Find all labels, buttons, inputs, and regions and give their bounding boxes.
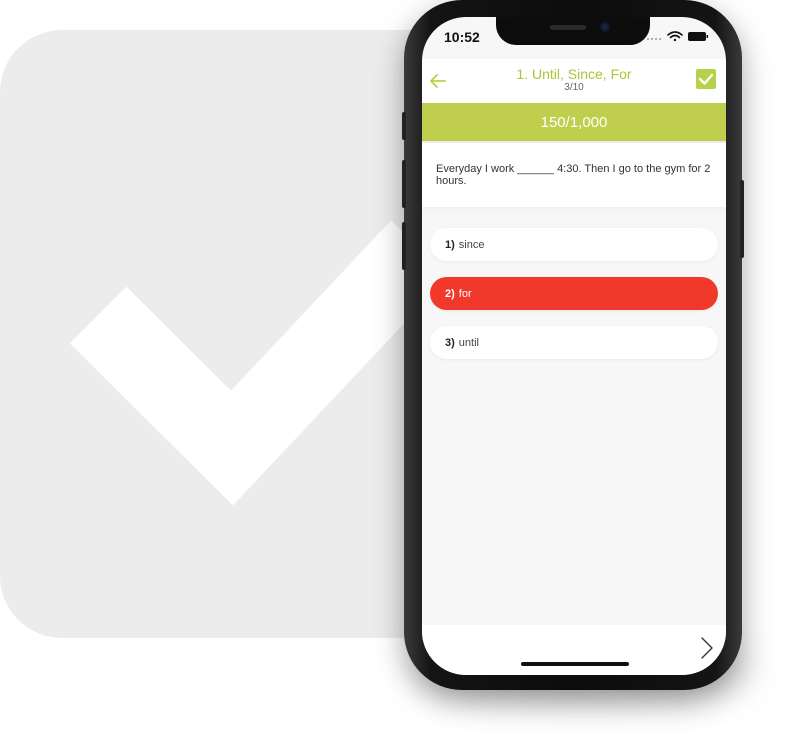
option-label: since bbox=[458, 238, 485, 251]
option-number: 1) bbox=[445, 238, 455, 251]
status-time: 10:52 bbox=[444, 29, 480, 45]
battery-icon bbox=[688, 32, 709, 41]
phone-side-button bbox=[402, 112, 406, 140]
question-text: Everyday I work ______ 4:30. Then I go t… bbox=[436, 163, 711, 187]
lesson-progress: 3/10 bbox=[564, 82, 584, 93]
question-card: Everyday I work ______ 4:30. Then I go t… bbox=[422, 143, 726, 207]
answer-option-until[interactable]: 3) until bbox=[430, 326, 718, 359]
phone-side-button bbox=[740, 180, 744, 258]
score-bar: 150/1,000 bbox=[422, 103, 726, 141]
phone-side-button bbox=[402, 160, 406, 208]
option-label: for bbox=[458, 287, 472, 300]
answer-option-for[interactable]: 2) for bbox=[430, 277, 718, 310]
chevron-right-icon[interactable] bbox=[700, 637, 714, 659]
score-text: 150/1,000 bbox=[540, 113, 608, 131]
signal-dots-icon bbox=[647, 38, 661, 40]
wifi-icon bbox=[667, 31, 683, 42]
home-indicator bbox=[521, 662, 629, 666]
option-label: until bbox=[458, 336, 479, 349]
speaker-grille bbox=[550, 25, 586, 30]
lesson-title: 1. Until, Since, For bbox=[516, 66, 632, 82]
status-icons bbox=[647, 31, 709, 42]
answer-option-since[interactable]: 1) since bbox=[430, 228, 718, 261]
phone-screen: 10:52 1. Until, Since, For 3/10 150/1,00… bbox=[422, 17, 726, 675]
phone-side-button bbox=[402, 222, 406, 270]
phone-notch bbox=[496, 17, 650, 45]
option-number: 2) bbox=[445, 287, 455, 300]
arrow-left-icon[interactable] bbox=[428, 71, 448, 91]
app-header: 1. Until, Since, For 3/10 bbox=[422, 59, 726, 103]
front-camera bbox=[600, 22, 610, 32]
bottom-bar bbox=[422, 625, 726, 675]
option-number: 3) bbox=[445, 336, 455, 349]
checkbox-checked-icon[interactable] bbox=[696, 69, 716, 89]
